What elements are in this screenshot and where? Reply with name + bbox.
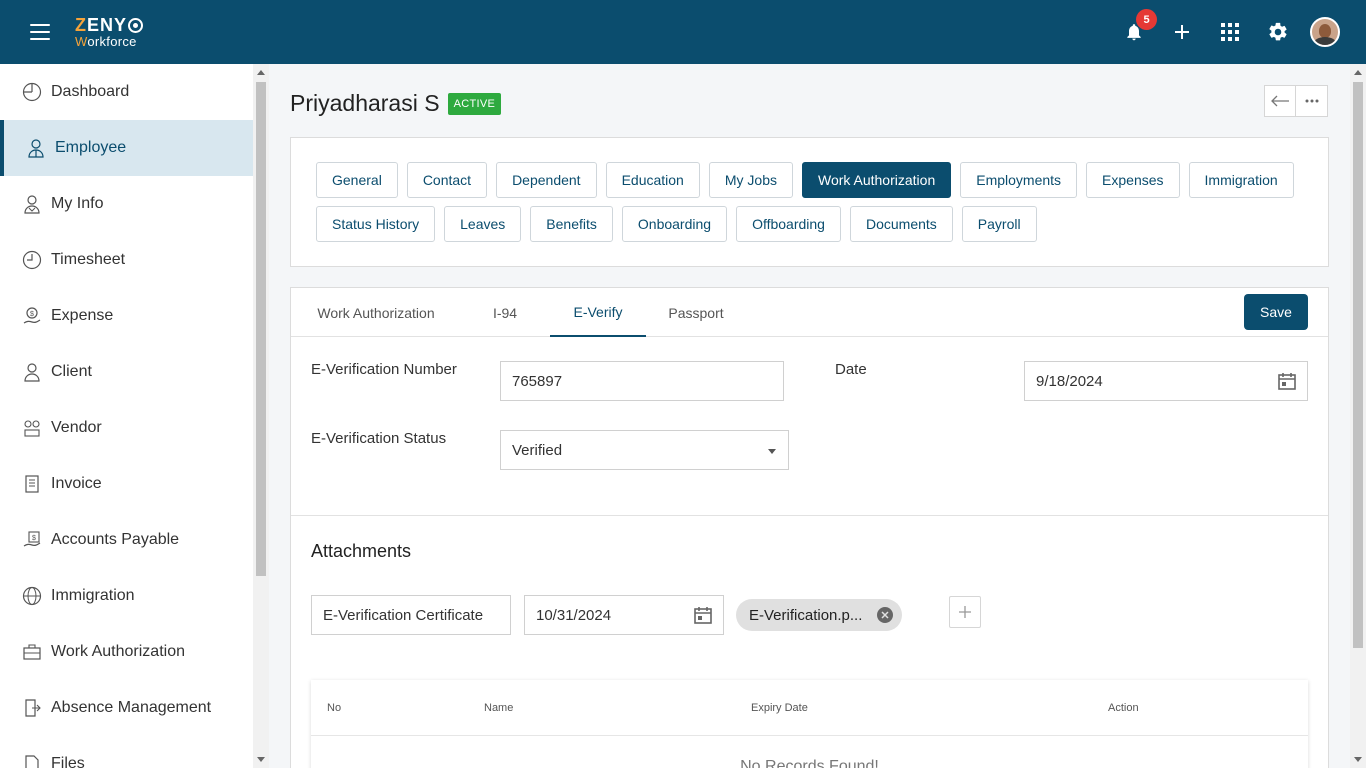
chevron-down-icon: [768, 449, 776, 454]
gear-icon[interactable]: [1254, 14, 1302, 50]
tab-documents[interactable]: Documents: [849, 206, 953, 242]
sidebar-item-immigration[interactable]: Immigration: [0, 568, 253, 624]
calendar-icon[interactable]: [1277, 371, 1297, 391]
column-header-expiry-date: Expiry Date: [751, 702, 808, 714]
arrow-left-icon: [1271, 95, 1289, 107]
calendar-icon[interactable]: [693, 605, 713, 625]
vendor-icon: [22, 418, 42, 438]
sidebar-scrollbar[interactable]: [253, 64, 269, 768]
section-divider: [291, 515, 1328, 516]
dashboard-icon: [22, 82, 42, 102]
more-dots-icon: [1305, 99, 1318, 103]
attachment-name-input[interactable]: E-Verification Certificate: [311, 595, 511, 635]
sidebar-item-employee[interactable]: Employee: [0, 120, 253, 176]
attachments-table: No Name Expiry Date Action No Records Fo…: [311, 680, 1308, 768]
sidebar-item-expense[interactable]: $ Expense: [0, 288, 253, 344]
main-scrollbar[interactable]: [1350, 64, 1366, 768]
e-verify-card: Work Authorization I-94 E-Verify Passpor…: [290, 287, 1329, 768]
invoice-icon: [22, 474, 42, 494]
e-verification-number-label: E-Verification Number: [311, 361, 457, 378]
sidebar: Dashboard Employee My Info Timesheet $ E…: [0, 64, 253, 768]
sidebar-item-dashboard[interactable]: Dashboard: [0, 64, 253, 120]
sidebar-item-client[interactable]: Client: [0, 344, 253, 400]
sidebar-item-files[interactable]: Files: [0, 736, 253, 768]
bell-icon[interactable]: 5: [1110, 9, 1158, 50]
menu-icon[interactable]: [30, 24, 50, 40]
avatar[interactable]: [1310, 17, 1340, 47]
sub-tabs: Work Authorization I-94 E-Verify Passpor…: [291, 288, 1328, 337]
exit-icon: [22, 698, 42, 718]
expense-icon: $: [22, 306, 42, 326]
sidebar-item-work-authorization[interactable]: Work Authorization: [0, 624, 253, 680]
page-title: Priyadharasi S ACTIVE: [290, 90, 502, 117]
tab-education[interactable]: Education: [605, 162, 700, 198]
main-content: Priyadharasi S ACTIVE General Contact De…: [270, 64, 1350, 768]
top-bar: Z ENY Workforce 5: [0, 0, 1366, 64]
clock-icon: [22, 250, 42, 270]
subtab-e-verify[interactable]: E-Verify: [550, 288, 646, 337]
my-info-icon: [22, 194, 42, 214]
e-verification-status-label: E-Verification Status: [311, 430, 447, 447]
svg-text:$: $: [32, 535, 36, 542]
tab-immigration[interactable]: Immigration: [1188, 162, 1294, 198]
tab-payroll[interactable]: Payroll: [961, 206, 1037, 242]
globe-icon: [22, 586, 42, 606]
employee-tabs-card: General Contact Dependent Education My J…: [290, 137, 1329, 267]
sidebar-item-absence-management[interactable]: Absence Management: [0, 680, 253, 736]
notification-badge: 5: [1136, 9, 1157, 30]
subtab-work-authorization[interactable]: Work Authorization: [291, 288, 461, 337]
subtab-i-94[interactable]: I-94: [471, 288, 539, 337]
add-attachment-button[interactable]: [949, 596, 981, 628]
svg-text:$: $: [30, 311, 34, 318]
tab-benefits[interactable]: Benefits: [530, 206, 613, 242]
logo-ring-icon: [128, 17, 144, 33]
more-options-button[interactable]: [1296, 85, 1328, 117]
column-header-no: No: [327, 702, 342, 714]
tab-expenses[interactable]: Expenses: [1086, 162, 1180, 198]
status-badge: ACTIVE: [447, 92, 502, 115]
tab-status-history[interactable]: Status History: [316, 206, 436, 242]
back-button[interactable]: [1264, 85, 1296, 117]
date-input[interactable]: 9/18/2024: [1024, 361, 1308, 401]
plus-icon: [959, 606, 971, 618]
tab-employments[interactable]: Employments: [960, 162, 1078, 198]
sidebar-item-vendor[interactable]: Vendor: [0, 400, 253, 456]
tab-general[interactable]: General: [316, 162, 398, 198]
sidebar-item-accounts-payable[interactable]: $ Accounts Payable: [0, 512, 253, 568]
tab-contact[interactable]: Contact: [406, 162, 488, 198]
attachment-expiry-input[interactable]: 10/31/2024: [524, 595, 724, 635]
save-button[interactable]: Save: [1244, 294, 1308, 330]
logo-text: ENY: [87, 15, 128, 35]
file-icon: [22, 754, 42, 768]
remove-file-icon[interactable]: [877, 607, 893, 623]
sidebar-item-invoice[interactable]: Invoice: [0, 456, 253, 512]
tab-work-authorization[interactable]: Work Authorization: [801, 162, 952, 198]
employee-icon: [26, 138, 46, 158]
file-chip[interactable]: E-Verification.p...: [736, 599, 902, 631]
sidebar-item-timesheet[interactable]: Timesheet: [0, 232, 253, 288]
e-verification-status-select[interactable]: Verified: [500, 430, 789, 470]
column-header-name: Name: [484, 702, 514, 714]
empty-message: No Records Found!: [740, 758, 879, 768]
tab-offboarding[interactable]: Offboarding: [736, 206, 841, 242]
table-header: No Name Expiry Date Action: [311, 680, 1308, 736]
tab-onboarding[interactable]: Onboarding: [621, 206, 728, 242]
apps-grid-icon[interactable]: [1206, 14, 1254, 50]
attachments-title: Attachments: [311, 541, 412, 561]
e-verification-number-input[interactable]: 765897: [500, 361, 784, 401]
briefcase-icon: [22, 642, 42, 662]
column-header-action: Action: [1108, 702, 1139, 714]
tab-my-jobs[interactable]: My Jobs: [708, 162, 793, 198]
date-label: Date: [835, 361, 867, 378]
tab-dependent[interactable]: Dependent: [496, 162, 597, 198]
person-icon: [22, 362, 42, 382]
tab-leaves[interactable]: Leaves: [444, 206, 522, 242]
subtab-passport[interactable]: Passport: [651, 288, 741, 337]
app-logo[interactable]: Z ENY Workforce: [75, 15, 144, 48]
sidebar-item-my-info[interactable]: My Info: [0, 176, 253, 232]
accounts-payable-icon: $: [22, 530, 42, 550]
plus-icon[interactable]: [1158, 14, 1206, 50]
